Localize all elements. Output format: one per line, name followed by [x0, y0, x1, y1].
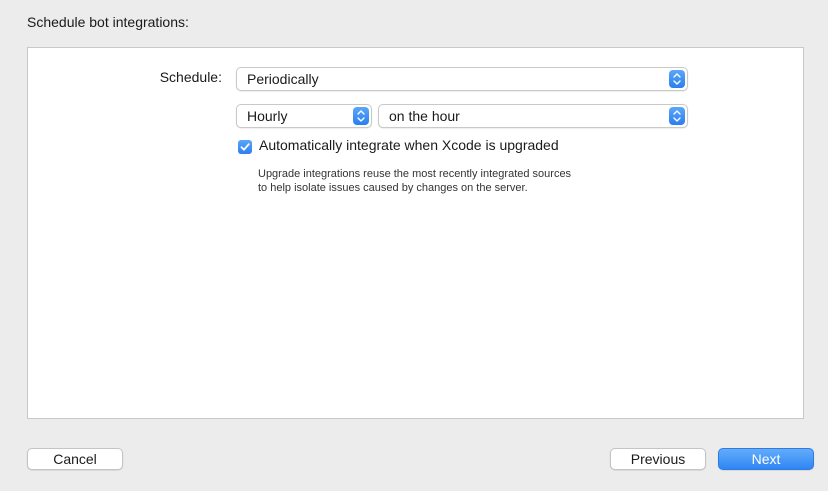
cancel-button[interactable]: Cancel [27, 448, 123, 470]
upgrade-checkbox[interactable] [238, 140, 252, 154]
upgrade-checkbox-label[interactable]: Automatically integrate when Xcode is up… [259, 137, 559, 153]
up-down-chevron-icon [669, 107, 685, 125]
checkmark-icon [240, 143, 250, 151]
upgrade-help-line-1: Upgrade integrations reuse the most rece… [258, 168, 572, 180]
frequency-popup[interactable]: Hourly [236, 104, 372, 128]
upgrade-help-text: Upgrade integrations reuse the most rece… [258, 167, 688, 195]
up-down-chevron-icon [669, 70, 685, 88]
frequency-popup-value: Hourly [247, 108, 288, 124]
schedule-popup[interactable]: Periodically [236, 67, 688, 91]
upgrade-help-line-2: to help isolate issues caused by changes… [258, 182, 528, 194]
next-button[interactable]: Next [718, 448, 814, 470]
schedule-popup-value: Periodically [247, 71, 319, 87]
previous-button[interactable]: Previous [610, 448, 706, 470]
up-down-chevron-icon [353, 107, 369, 125]
schedule-label: Schedule: [159, 69, 222, 85]
timing-popup[interactable]: on the hour [378, 104, 688, 128]
timing-popup-value: on the hour [389, 108, 460, 124]
schedule-label-wrap: Schedule: [28, 69, 222, 89]
sheet-title: Schedule bot integrations: [27, 14, 189, 30]
schedule-panel: Schedule: Periodically Hourly on the hou… [27, 47, 804, 419]
